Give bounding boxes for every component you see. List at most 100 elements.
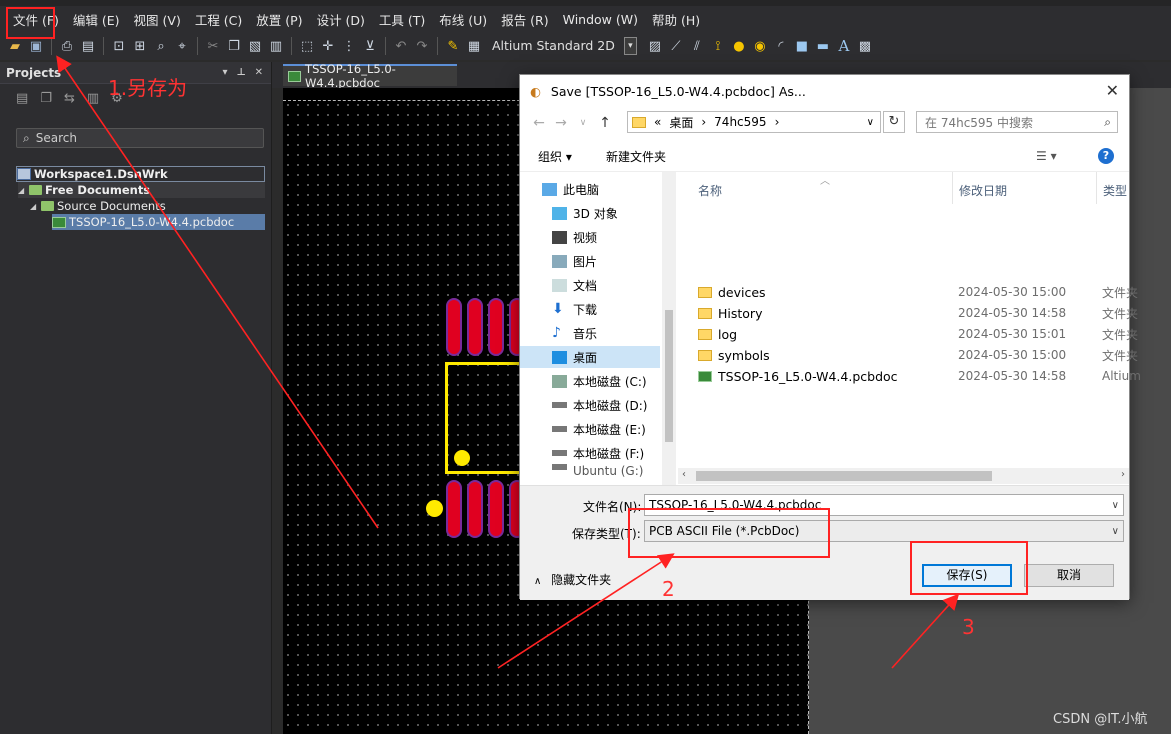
nav-item-3d-objects[interactable]: 3D 对象 [552, 202, 618, 224]
nav-item-drive-e[interactable]: 本地磁盘 (E:) [552, 418, 646, 440]
redo-icon[interactable]: ↷ [413, 37, 431, 55]
nav-item-downloads[interactable]: ⬇ 下载 [552, 298, 597, 320]
nav-item-drive-c[interactable]: 本地磁盘 (C:) [552, 370, 647, 392]
multi-route-icon[interactable]: ⫽ [688, 37, 706, 55]
interactive-route-icon[interactable]: ▨ [646, 37, 664, 55]
nav-item-desktop[interactable]: 桌面 [520, 346, 660, 368]
navigation-scroll-thumb[interactable] [665, 310, 673, 442]
scroll-right-icon[interactable]: › [1121, 469, 1125, 480]
column-date[interactable]: 修改日期 [959, 182, 1007, 199]
help-icon[interactable]: ? [1098, 148, 1114, 164]
copy-icon[interactable]: ❐ [225, 37, 243, 55]
move-icon[interactable]: ✛ [319, 37, 337, 55]
string-icon[interactable]: A [835, 37, 853, 55]
refresh-button[interactable]: ↻ [883, 111, 905, 133]
menu-window[interactable]: Window (W) [556, 12, 645, 27]
component-icon[interactable]: ▩ [856, 37, 874, 55]
collapse-arrow-icon[interactable]: ◢ [18, 186, 26, 195]
forward-arrow-icon[interactable]: → [550, 115, 572, 131]
view-mode-label[interactable]: Altium Standard 2D [486, 36, 621, 56]
file-row-log[interactable]: log 2024-05-30 15:01 文件夹 [698, 324, 1138, 344]
cut-icon[interactable]: ✂ [204, 37, 222, 55]
organize-button[interactable]: 组织 ▾ [538, 148, 572, 165]
cancel-button[interactable]: 取消 [1024, 564, 1114, 587]
pin-icon[interactable]: ⊥ [236, 67, 245, 78]
nav-item-drive-f[interactable]: 本地磁盘 (F:) [552, 442, 644, 464]
breadcrumb-74hc595[interactable]: 74hc595 [714, 115, 766, 129]
chevron-down-icon[interactable]: ∨ [572, 118, 594, 128]
address-bar[interactable]: « 桌面 › 74hc595 › ∨ [627, 111, 881, 133]
menu-reports[interactable]: 报告 (R) [494, 10, 555, 29]
pcb-pad[interactable] [467, 480, 483, 538]
back-arrow-icon[interactable]: ← [528, 115, 550, 131]
document-tab[interactable]: TSSOP-16_L5.0-W4.4.pcbdoc [283, 62, 457, 90]
address-dropdown-icon[interactable]: ∨ [867, 117, 880, 128]
menu-route[interactable]: 布线 (U) [432, 10, 494, 29]
breadcrumb-desktop[interactable]: 桌面 [669, 114, 693, 131]
select-area-icon[interactable]: ⬚ [298, 37, 316, 55]
file-row-devices[interactable]: devices 2024-05-30 15:00 文件夹 [698, 282, 1138, 302]
dialog-close-icon[interactable]: ✕ [1106, 81, 1119, 100]
route-bus-icon[interactable]: ⟟ [709, 37, 727, 55]
save-icon[interactable]: ▣ [27, 37, 45, 55]
view-mode-dropdown[interactable]: ▾ [623, 37, 637, 55]
nav-item-videos[interactable]: 视频 [552, 226, 597, 248]
folder-search-input[interactable]: 在 74hc595 中搜索 ⌕ [916, 111, 1118, 133]
copy-project-icon[interactable]: ❐ [40, 91, 52, 106]
hide-folders-toggle[interactable]: ∧ 隐藏文件夹 [534, 571, 611, 588]
zoom-fit-icon[interactable]: ⊡ [110, 37, 128, 55]
chevron-down-icon[interactable]: ∨ [1112, 526, 1119, 537]
horizontal-scroll-thumb[interactable] [696, 471, 992, 481]
nav-item-drive-g[interactable]: Ubuntu (G:) [552, 464, 643, 482]
undo-icon[interactable]: ↶ [392, 37, 410, 55]
nav-item-this-pc[interactable]: 此电脑 [542, 178, 599, 200]
print-icon[interactable]: ⎙ [58, 37, 76, 55]
close-icon[interactable]: ✕ [255, 67, 263, 78]
tree-item-workspace[interactable]: Workspace1.DsnWrk [16, 166, 265, 182]
pcb-pad[interactable] [488, 298, 504, 356]
column-type[interactable]: 类型 [1103, 182, 1127, 199]
new-folder-button[interactable]: 新建文件夹 [606, 148, 666, 165]
tree-item-source-documents[interactable]: ◢ Source Documents [30, 198, 166, 214]
column-name[interactable]: 名称 [698, 182, 722, 199]
hotspot-icon[interactable]: ✎ [444, 37, 462, 55]
via-icon[interactable]: ◉ [751, 37, 769, 55]
menu-help[interactable]: 帮助 (H) [645, 10, 707, 29]
file-row-symbols[interactable]: symbols 2024-05-30 15:00 文件夹 [698, 345, 1138, 365]
save-project-icon[interactable]: ▤ [16, 91, 28, 106]
nav-item-drive-d[interactable]: 本地磁盘 (D:) [552, 394, 647, 416]
pcb-pad[interactable] [488, 480, 504, 538]
deselect-icon[interactable]: ⊻ [361, 37, 379, 55]
file-row-history[interactable]: History 2024-05-30 14:58 文件夹 [698, 303, 1138, 323]
projects-search-input[interactable]: ⌕ Search [16, 128, 264, 148]
diff-pair-icon[interactable]: ⟋ [667, 37, 685, 55]
print-preview-icon[interactable]: ▤ [79, 37, 97, 55]
menu-place[interactable]: 放置 (P) [249, 10, 309, 29]
menu-project[interactable]: 工程 (C) [188, 10, 249, 29]
arc-icon[interactable]: ◜ [772, 37, 790, 55]
menu-design[interactable]: 设计 (D) [310, 10, 372, 29]
menu-tools[interactable]: 工具 (T) [372, 10, 432, 29]
tree-item-free-documents[interactable]: ◢ Free Documents [18, 182, 265, 198]
open-icon[interactable]: ▰ [6, 37, 24, 55]
polygon-icon[interactable]: ▬ [814, 37, 832, 55]
browse-icon[interactable]: ▦ [465, 37, 483, 55]
zoom-selected-icon[interactable]: ⌕ [152, 37, 170, 55]
pcb-pad[interactable] [467, 298, 483, 356]
pad-icon[interactable]: ● [730, 37, 748, 55]
menu-view[interactable]: 视图 (V) [127, 10, 188, 29]
vcs-icon[interactable]: ⇆ [64, 91, 75, 106]
tree-item-pcb-file[interactable]: TSSOP-16_L5.0-W4.4.pcbdoc [52, 214, 265, 230]
pcb-pad[interactable] [446, 480, 462, 538]
chevron-down-icon[interactable]: ∨ [1112, 500, 1119, 511]
paste-icon[interactable]: ▧ [246, 37, 264, 55]
align-icon[interactable]: ⋮ [340, 37, 358, 55]
rubber-stamp-icon[interactable]: ▥ [267, 37, 285, 55]
nav-item-pictures[interactable]: 图片 [552, 250, 597, 272]
zoom-area-icon[interactable]: ⊞ [131, 37, 149, 55]
view-options-icon[interactable]: ☰ ▾ [1036, 149, 1057, 163]
up-arrow-icon[interactable]: ↑ [594, 115, 616, 131]
file-row-pcbdoc[interactable]: TSSOP-16_L5.0-W4.4.pcbdoc 2024-05-30 14:… [698, 366, 1141, 386]
column-divider[interactable] [1096, 172, 1097, 204]
scroll-left-icon[interactable]: ‹ [682, 469, 686, 480]
